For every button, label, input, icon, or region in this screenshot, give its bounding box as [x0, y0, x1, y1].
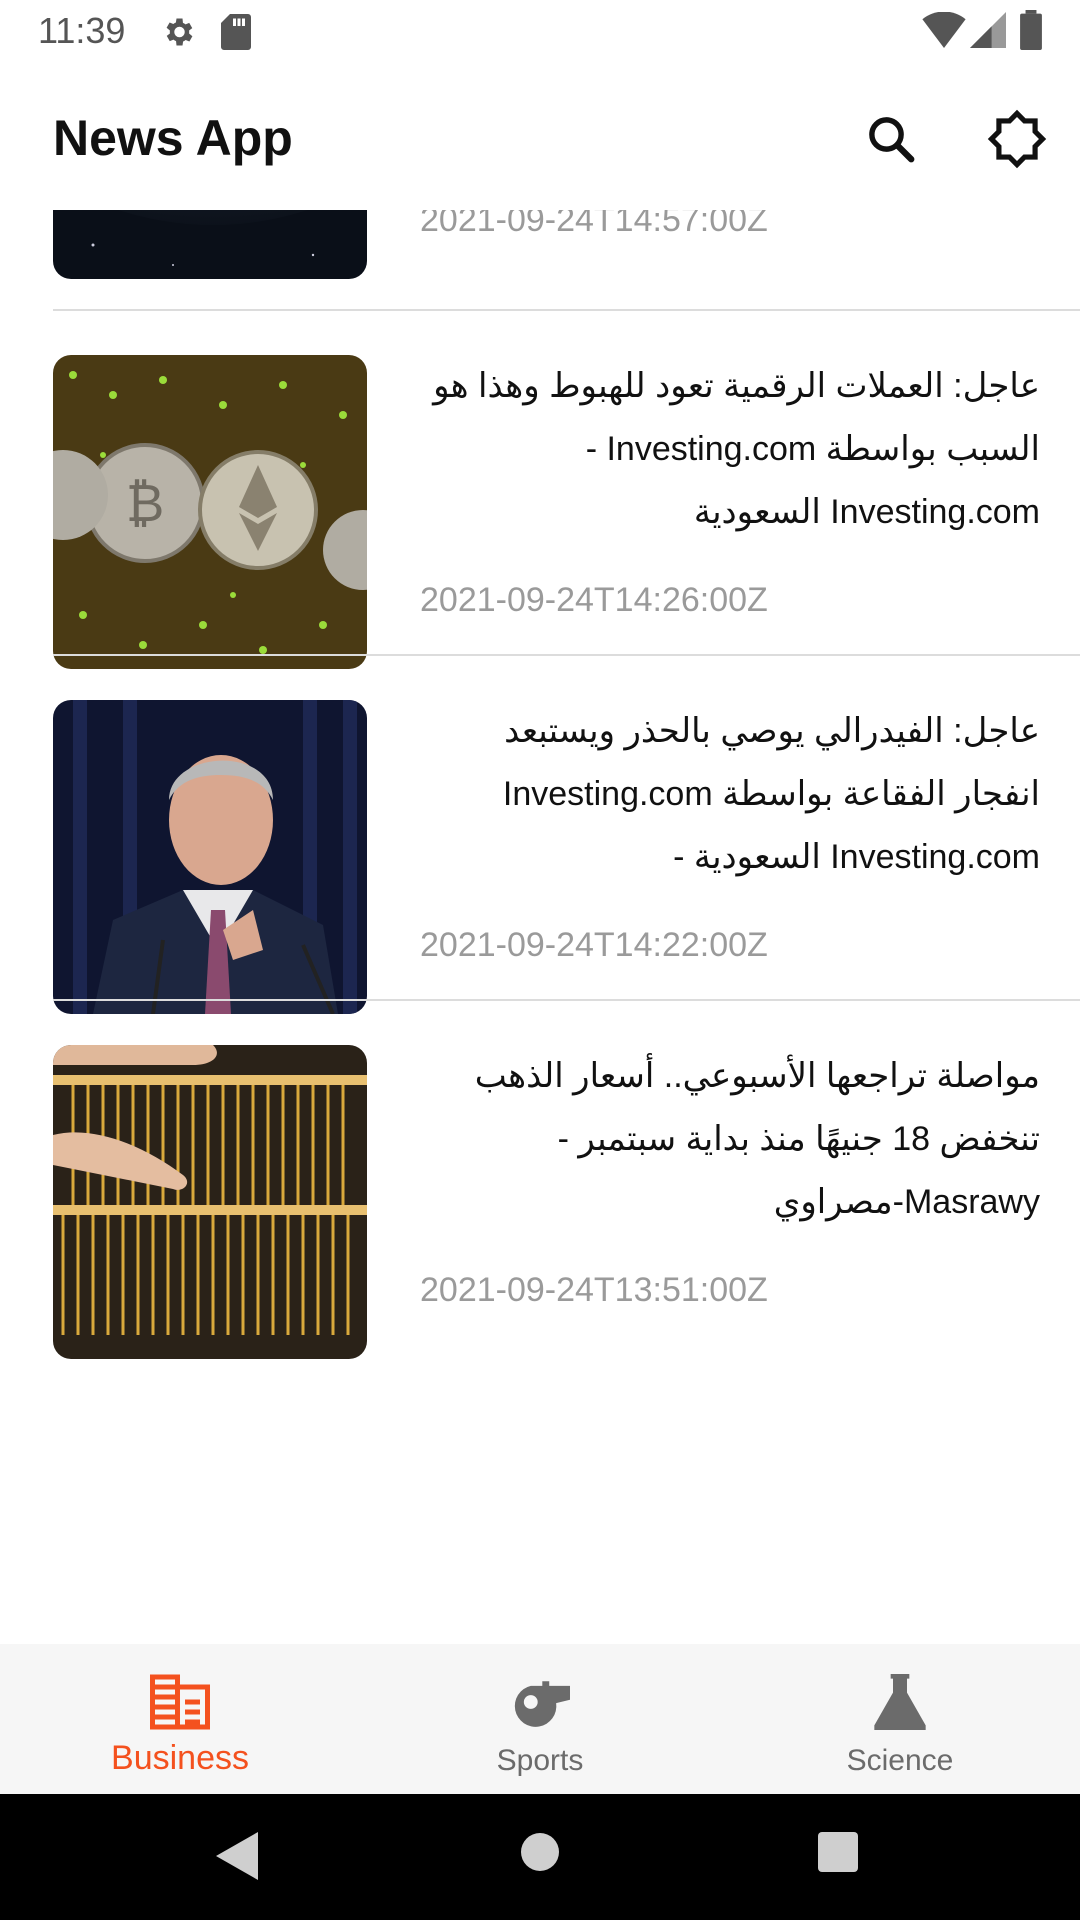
article-date: 2021-09-24T14:26:00Z: [420, 581, 768, 619]
article-headline: عاجل: العملات الرقمية تعود للهبوط وهذا ه…: [420, 355, 1040, 544]
flask-icon: [874, 1674, 926, 1730]
article-date: 2021-09-24T13:51:00Z: [420, 1271, 768, 1309]
settings-icon: [166, 18, 193, 46]
headline-line: Masrawy-مصراوي: [773, 1183, 1040, 1221]
article-thumbnail-earth: [53, 210, 367, 279]
cell-signal-icon: [970, 12, 1006, 48]
headline-line: Investing.com السعودية -: [673, 838, 1040, 876]
bottom-navigation: Business Sports Science: [0, 1644, 1080, 1794]
headline-line: Investing.com السعودية: [693, 493, 1040, 531]
theme-toggle-button[interactable]: [982, 104, 1052, 174]
headline-line: تنخفض 18 جنيهًا منذ بداية سبتمبر -: [557, 1120, 1040, 1158]
headline-line: عاجل: الفيدرالي يوصي بالحذر ويستبعد: [504, 712, 1040, 750]
home-icon[interactable]: [520, 1832, 560, 1872]
nav-item-business[interactable]: Business: [0, 1644, 360, 1794]
building-icon: [150, 1674, 210, 1730]
status-bar: 11:39: [0, 0, 1080, 64]
search-button[interactable]: [856, 104, 926, 174]
headline-line: مواصلة تراجعها الأسبوعي.. أسعار الذهب: [474, 1057, 1040, 1095]
divider: [53, 654, 1080, 656]
search-icon: [869, 117, 915, 163]
divider: [53, 309, 1080, 311]
nav-label: Science: [846, 1744, 954, 1777]
whistle-icon: [514, 1681, 570, 1727]
nav-label: Business: [111, 1739, 249, 1777]
nav-item-sports[interactable]: Sports: [360, 1644, 720, 1794]
article-date: 2021-09-24T14:22:00Z: [420, 926, 768, 964]
article-list[interactable]: 2021-09-24T14:57:00Z ₿ عاجل: العملات الر…: [0, 210, 1080, 1644]
headline-line: عاجل: العملات الرقمية تعود للهبوط وهذا ه…: [433, 367, 1040, 405]
headline-line: انفجار الفقاعة بواسطة Investing.com: [502, 775, 1040, 813]
article-headline: عاجل: الفيدرالي يوصي بالحذر ويستبعد انفج…: [420, 700, 1040, 889]
status-time: 11:39: [38, 10, 126, 51]
app-bar: News App: [0, 64, 1080, 210]
theme-toggle-icon: [987, 109, 1047, 169]
article-thumbnail-crypto: ₿: [53, 355, 367, 669]
article-thumbnail-fed-chair: [53, 700, 367, 1014]
battery-icon: [1020, 10, 1042, 50]
wifi-icon: [922, 12, 966, 48]
svg-text:₿: ₿: [126, 474, 165, 534]
article-headline: مواصلة تراجعها الأسبوعي.. أسعار الذهب تن…: [420, 1045, 1040, 1234]
back-icon[interactable]: [216, 1832, 258, 1880]
article-date: 2021-09-24T14:57:00Z: [420, 210, 768, 239]
sd-card-icon: [221, 14, 251, 50]
nav-item-science[interactable]: Science: [720, 1644, 1080, 1794]
divider: [53, 999, 1080, 1001]
article-thumbnail-gold: [53, 1045, 367, 1359]
app-title: News App: [53, 110, 293, 166]
system-navigation-bar: [0, 1794, 1080, 1920]
article-item[interactable]: مواصلة تراجعها الأسبوعي.. أسعار الذهب تن…: [53, 1045, 1080, 1465]
nav-label: Sports: [496, 1744, 584, 1777]
recents-icon[interactable]: [818, 1832, 858, 1872]
headline-line: السبب بواسطة Investing.com -: [585, 430, 1040, 468]
